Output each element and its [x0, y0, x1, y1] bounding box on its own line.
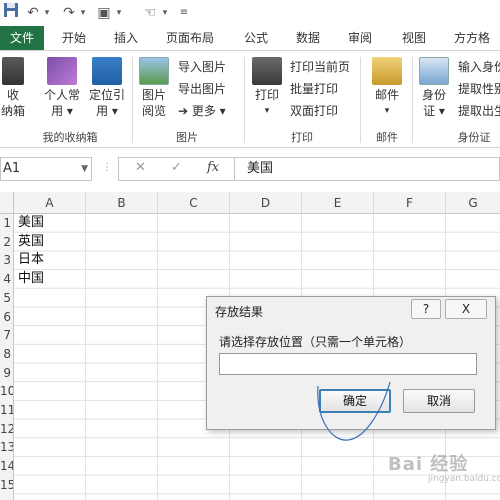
watermark-logo: Bai 经验 — [388, 454, 469, 475]
annotation-curve — [317, 381, 391, 441]
watermark-url: jingyan.baidu.com — [428, 474, 500, 484]
